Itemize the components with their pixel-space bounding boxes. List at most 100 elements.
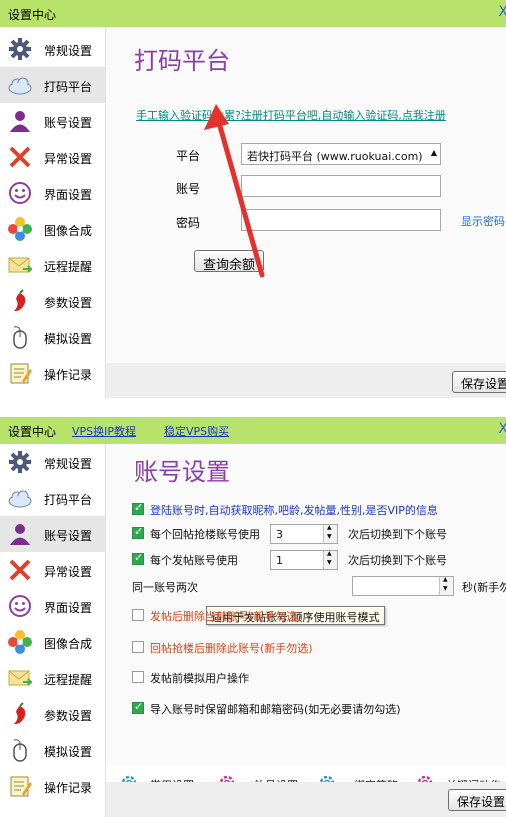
envelope-icon	[8, 257, 32, 273]
option-suffix: 次后切换到下个账号	[348, 554, 447, 567]
red-x-icon	[9, 146, 31, 168]
stepper-arrows-icon[interactable]	[323, 524, 337, 543]
interval-label: 同一账号两次	[132, 581, 198, 594]
sidebar-item-account[interactable]: 账号设置	[0, 516, 105, 552]
option-suffix: 秒(新手勿改)	[462, 581, 506, 594]
dropdown-arrow-icon: ▲	[430, 148, 437, 157]
sidebar-item-label: 异常设置	[44, 565, 93, 579]
option-text: 每个发帖账号使用	[150, 554, 238, 567]
title-bar: 设置中心 X	[0, 0, 506, 27]
interval-stepper[interactable]	[352, 576, 454, 596]
sidebar-item-label: 图像合成	[44, 224, 93, 238]
close-button[interactable]: X	[498, 421, 506, 437]
account-input[interactable]	[241, 175, 441, 197]
account-panel: 账号设置 登陆账号时,自动获取昵称,吧龄,发帖量,性别,是否VIP的信息 每个回…	[105, 444, 506, 817]
sidebar-item-label: 模拟设置	[44, 745, 93, 759]
pepper-icon	[14, 702, 26, 725]
checkbox[interactable]	[132, 551, 144, 565]
query-balance-button[interactable]: 查询余额	[194, 250, 265, 273]
vps-buy-link[interactable]: 稳定VPS购买	[164, 423, 229, 439]
settings-window-captcha: 设置中心 X 常规设置 打码平台 账号设置 异常设置 界面设置 图像合成 远程提…	[0, 0, 506, 398]
checkbox[interactable]	[132, 525, 144, 539]
stepper-arrows-icon[interactable]	[323, 550, 337, 569]
option-text: 回帖抢楼后删除此账号(新手勿选)	[150, 642, 313, 655]
notepad-icon	[10, 363, 32, 384]
save-button[interactable]: 保存设置	[452, 371, 506, 393]
stepper-value: 1	[276, 554, 283, 567]
title-bar: 设置中心 VPS换IP教程 稳定VPS购买 X	[0, 417, 506, 444]
mouse-icon	[13, 326, 27, 349]
option-suffix: 次后切换到下个账号	[348, 528, 447, 541]
reply-count-stepper[interactable]: 3	[270, 524, 338, 544]
option-reply-account-use[interactable]: 每个回帖抢楼账号使用 3 次后切换到下个账号	[132, 524, 502, 544]
settings-window-account: 设置中心 VPS换IP教程 稳定VPS购买 X 常规设置 打码平台 账号设置 异…	[0, 417, 506, 817]
checkbox[interactable]	[132, 641, 144, 653]
sidebar-item-image[interactable]: 图像合成	[0, 211, 105, 247]
user-icon	[10, 524, 30, 545]
mouse-icon	[13, 739, 27, 762]
flower-icon	[8, 630, 32, 654]
gear-icon	[9, 451, 31, 473]
sidebar-item-exception[interactable]: 异常设置	[0, 139, 105, 175]
checkbox[interactable]	[132, 501, 144, 515]
checkbox[interactable]	[132, 700, 144, 714]
save-button[interactable]: 保存设置	[448, 789, 506, 811]
sidebar-item-label: 异常设置	[44, 152, 93, 166]
platform-select[interactable]: 若快打码平台 (www.ruokuai.com) ▲	[241, 143, 441, 165]
sidebar-item-label: 参数设置	[44, 296, 93, 310]
sidebar-item-log[interactable]: 操作记录	[0, 355, 105, 391]
sidebar-item-params[interactable]: 参数设置	[0, 696, 105, 732]
page-title: 账号设置	[134, 458, 230, 486]
post-count-stepper[interactable]: 1	[270, 550, 338, 570]
smiley-icon	[9, 182, 31, 204]
checkbox[interactable]	[132, 609, 144, 621]
sidebar-item-general[interactable]: 常规设置	[0, 31, 105, 67]
sidebar-item-label: 常规设置	[44, 44, 93, 58]
sidebar-item-interface[interactable]: 界面设置	[0, 175, 105, 211]
sidebar-item-label: 远程提醒	[44, 260, 93, 274]
sidebar-item-label: 账号设置	[44, 116, 93, 130]
sidebar-item-label: 图像合成	[44, 637, 93, 651]
sidebar-item-captcha[interactable]: 打码平台	[0, 480, 105, 516]
cloud-icon	[8, 77, 32, 95]
option-interval: 同一账号两次 秒(新手勿改)	[132, 576, 506, 596]
sidebar-item-label: 常规设置	[44, 457, 93, 471]
sidebar-item-label: 模拟设置	[44, 332, 93, 346]
sidebar-item-remote[interactable]: 远程提醒	[0, 247, 105, 283]
window-title: 设置中心	[8, 8, 57, 22]
option-post-account-use[interactable]: 每个发帖账号使用 1 次后切换到下个账号	[132, 550, 502, 570]
sidebar-item-label: 账号设置	[44, 529, 93, 543]
vps-tutorial-link[interactable]: VPS换IP教程	[72, 423, 136, 439]
close-button[interactable]: X	[498, 4, 506, 20]
sidebar-item-general[interactable]: 常规设置	[0, 444, 105, 480]
sidebar-item-remote[interactable]: 远程提醒	[0, 660, 105, 696]
bottom-bar: 保存设置	[106, 782, 506, 817]
sidebar-item-label: 界面设置	[44, 188, 93, 202]
captcha-panel: 打码平台 手工输入验证码太累?注册打码平台吧,自动输入验证码,点我注册 平台 若…	[105, 27, 506, 398]
sidebar-item-log[interactable]: 操作记录	[0, 768, 105, 804]
notepad-icon	[10, 776, 32, 797]
sidebar-item-label: 打码平台	[44, 80, 93, 94]
sidebar-item-account[interactable]: 账号设置	[0, 103, 105, 139]
checkbox[interactable]	[132, 671, 144, 683]
sidebar-item-simulate[interactable]: 模拟设置	[0, 319, 105, 355]
page-title: 打码平台	[134, 47, 230, 75]
bottom-bar: 保存设置	[106, 363, 506, 398]
sidebar-item-image[interactable]: 图像合成	[0, 624, 105, 660]
sidebar-item-captcha[interactable]: 打码平台	[0, 67, 105, 103]
gear-icon	[9, 38, 31, 60]
stepper-arrows-icon[interactable]	[439, 576, 453, 595]
register-captcha-link[interactable]: 手工输入验证码太累?注册打码平台吧,自动输入验证码,点我注册	[136, 107, 446, 123]
sidebar-item-simulate[interactable]: 模拟设置	[0, 732, 105, 768]
show-password-link[interactable]: 显示密码	[461, 213, 505, 229]
option-text: 导入账号时保留邮箱和邮箱密码(如无必要请勿勾选)	[150, 703, 401, 716]
sidebar-item-params[interactable]: 参数设置	[0, 283, 105, 319]
cloud-icon	[8, 490, 32, 508]
sidebar-item-exception[interactable]: 异常设置	[0, 552, 105, 588]
password-input[interactable]	[241, 209, 441, 231]
option-text: 每个回帖抢楼账号使用	[150, 528, 260, 541]
sidebar-item-interface[interactable]: 界面设置	[0, 588, 105, 624]
user-icon	[10, 111, 30, 132]
sidebar-item-label: 界面设置	[44, 601, 93, 615]
smiley-icon	[9, 595, 31, 617]
